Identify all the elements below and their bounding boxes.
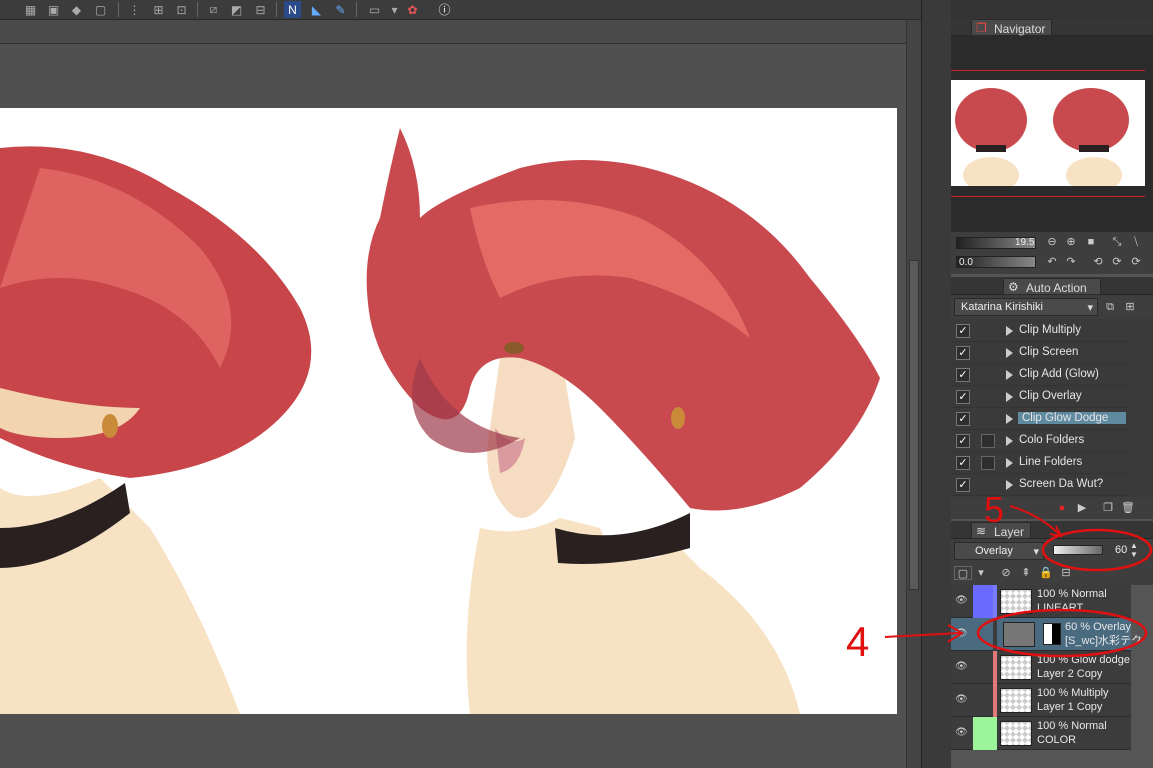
annotation-number-4: 4	[846, 618, 869, 665]
annotation-number-5: 5	[984, 489, 1004, 530]
red-annotation-overlay: 5 4	[846, 489, 1153, 665]
